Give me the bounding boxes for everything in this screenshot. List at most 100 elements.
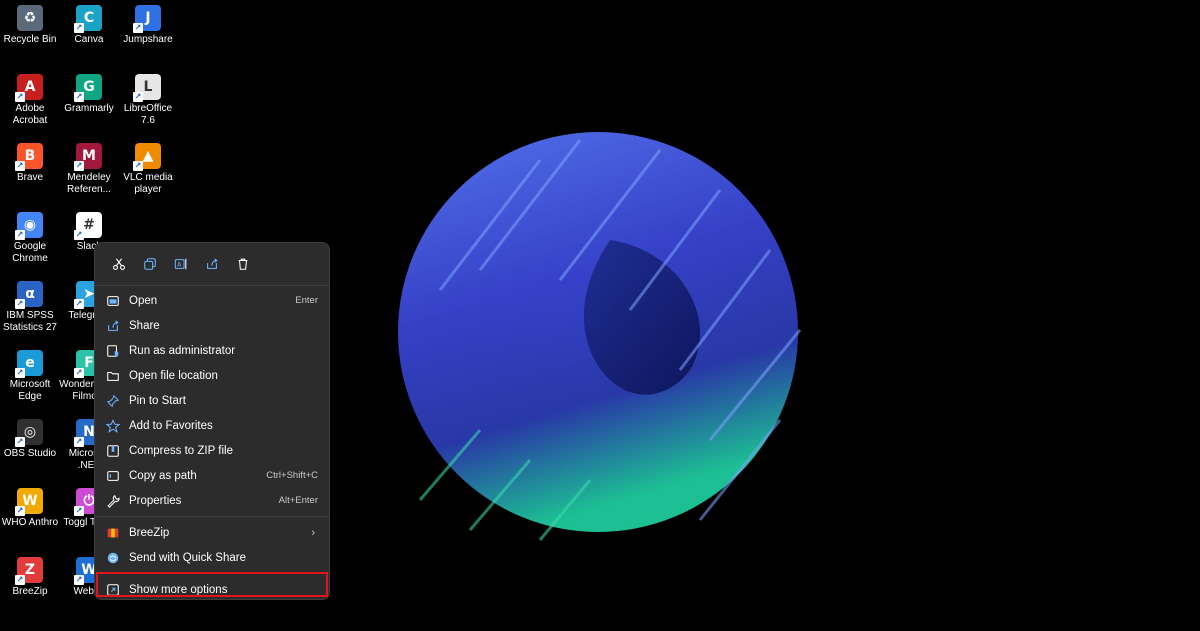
mendeley-icon: M ↗ — [74, 143, 102, 171]
desktop-shortcut[interactable]: L ↗ LibreOffice 7.6 — [118, 69, 178, 127]
desktop-shortcut-label: Brave — [16, 172, 44, 183]
menu-item-send-with-quick-share[interactable]: Send with Quick Share — [95, 545, 329, 570]
menu-item-shortcut: Enter — [295, 295, 318, 306]
wallpaper-sphere — [360, 100, 840, 560]
adobe-acrobat-icon: A ↗ — [15, 74, 43, 102]
share-icon — [105, 318, 121, 334]
shortcut-arrow-icon: ↗ — [15, 437, 25, 447]
shield-icon — [105, 343, 121, 359]
share-icon — [206, 258, 218, 269]
desktop-shortcut[interactable]: M ↗ Mendeley Referen... — [59, 138, 119, 196]
shortcut-arrow-icon: ↗ — [74, 92, 84, 102]
delete-button[interactable] — [227, 253, 258, 275]
desktop-shortcut[interactable]: J ↗ Jumpshare — [118, 0, 178, 46]
shortcut-arrow-icon: ↗ — [133, 161, 143, 171]
menu-item-pin-to-start[interactable]: Pin to Start — [95, 388, 329, 413]
desktop-shortcut[interactable]: A ↗ Adobe Acrobat — [0, 69, 60, 127]
obs-icon: ◎ ↗ — [15, 419, 43, 447]
rename-icon: A — [174, 258, 186, 270]
menu-item-shortcut: Alt+Enter — [278, 495, 318, 506]
shortcut-arrow-icon: ↗ — [74, 230, 84, 240]
star-icon — [105, 418, 121, 434]
menu-item-label: Pin to Start — [129, 394, 186, 407]
grammarly-icon: G ↗ — [74, 74, 102, 102]
scissors-icon — [112, 258, 125, 270]
menu-item-show-more-options[interactable]: Show more options — [95, 577, 329, 602]
pin-icon — [105, 393, 121, 409]
menu-item-run-as-administrator[interactable]: Run as administrator — [95, 338, 329, 363]
desktop-shortcut[interactable]: Z ↗ BreeZip — [0, 552, 60, 598]
desktop-shortcut[interactable]: W ↗ WHO Anthro — [0, 483, 60, 529]
shortcut-arrow-icon: ↗ — [15, 506, 25, 516]
desktop-shortcut[interactable]: α ↗ IBM SPSS Statistics 27 — [0, 276, 60, 334]
menu-item-open[interactable]: Open Enter — [95, 288, 329, 313]
desktop-shortcut-label: Mendeley Referen... — [67, 172, 111, 195]
desktop-shortcut[interactable]: ◉ ↗ Google Chrome — [0, 207, 60, 265]
desktop-shortcut-label: Grammarly — [64, 103, 114, 114]
menu-item-breezip[interactable]: BreeZip › — [95, 520, 329, 545]
menu-item-shortcut: Ctrl+Shift+C — [266, 470, 318, 481]
svg-text:A: A — [177, 262, 182, 269]
who-anthro-icon: W ↗ — [15, 488, 43, 516]
vlc-icon: ▲ ↗ — [133, 143, 161, 171]
desktop-shortcut[interactable]: ▲ ↗ VLC media player — [118, 138, 178, 196]
menu-item-properties[interactable]: Properties Alt+Enter — [95, 488, 329, 513]
slack-icon: # ↗ — [74, 212, 102, 240]
desktop-shortcut[interactable]: G ↗ Grammarly — [59, 69, 119, 115]
copy-button[interactable] — [134, 253, 165, 275]
shortcut-arrow-icon: ↗ — [133, 92, 143, 102]
recycle-bin-icon: ♻ — [17, 5, 43, 31]
quick-share-icon — [105, 550, 121, 566]
shortcut-arrow-icon: ↗ — [15, 575, 25, 585]
shortcut-arrow-icon: ↗ — [74, 437, 84, 447]
desktop-shortcut-label: LibreOffice 7.6 — [123, 103, 173, 126]
shortcut-arrow-icon: ↗ — [74, 368, 84, 378]
desktop-shortcut-label: Adobe Acrobat — [12, 103, 48, 126]
menu-item-label: Open file location — [129, 369, 218, 382]
menu-item-label: Compress to ZIP file — [129, 444, 233, 457]
spss-icon: α ↗ — [15, 281, 43, 309]
rename-button[interactable]: A — [165, 253, 196, 275]
wrench-icon — [105, 493, 121, 509]
menu-item-label: BreeZip — [129, 526, 170, 539]
desktop-shortcut[interactable]: ♻ Recycle Bin — [0, 0, 60, 46]
path-icon — [105, 468, 121, 484]
cut-button[interactable] — [103, 253, 134, 275]
desktop-shortcut-label: Google Chrome — [12, 241, 48, 264]
context-menu-quick-actions: A — [95, 243, 329, 281]
desktop-shortcut-label: Jumpshare — [123, 34, 173, 45]
menu-item-label: Add to Favorites — [129, 419, 213, 432]
share-quick-button[interactable] — [196, 253, 227, 275]
desktop-shortcut-label: Canva — [74, 34, 104, 45]
desktop-shortcut-label: OBS Studio — [3, 448, 57, 459]
breezip-icon — [105, 525, 121, 541]
desktop-shortcut-label: BreeZip — [12, 586, 48, 597]
edge-icon: e ↗ — [15, 350, 43, 378]
canva-icon: C ↗ — [74, 5, 102, 33]
folder-icon — [105, 368, 121, 384]
shortcut-arrow-icon: ↗ — [15, 299, 25, 309]
menu-item-open-file-location[interactable]: Open file location — [95, 363, 329, 388]
shortcut-arrow-icon: ↗ — [74, 161, 84, 171]
desktop-shortcut-label: Microsoft Edge — [9, 379, 51, 402]
shortcut-arrow-icon: ↗ — [74, 23, 84, 33]
menu-item-label: Run as administrator — [129, 344, 236, 357]
menu-item-label: Copy as path — [129, 469, 197, 482]
shortcut-arrow-icon: ↗ — [133, 23, 143, 33]
chevron-right-icon: › — [311, 526, 315, 539]
open-icon — [105, 293, 121, 309]
desktop-shortcut[interactable]: ◎ ↗ OBS Studio — [0, 414, 60, 460]
desktop-shortcut[interactable]: B ↗ Brave — [0, 138, 60, 184]
desktop-shortcut[interactable]: e ↗ Microsoft Edge — [0, 345, 60, 403]
menu-item-compress-to-zip-file[interactable]: Compress to ZIP file — [95, 438, 329, 463]
menu-divider — [95, 285, 329, 286]
desktop-shortcut[interactable]: C ↗ Canva — [59, 0, 119, 46]
menu-item-copy-as-path[interactable]: Copy as path Ctrl+Shift+C — [95, 463, 329, 488]
desktop-shortcut-label: Recycle Bin — [3, 34, 57, 45]
zip-icon — [105, 443, 121, 459]
menu-item-add-to-favorites[interactable]: Add to Favorites — [95, 413, 329, 438]
brave-icon: B ↗ — [15, 143, 43, 171]
shortcut-arrow-icon: ↗ — [15, 230, 25, 240]
menu-item-share[interactable]: Share — [95, 313, 329, 338]
menu-item-label: Properties — [129, 494, 182, 507]
